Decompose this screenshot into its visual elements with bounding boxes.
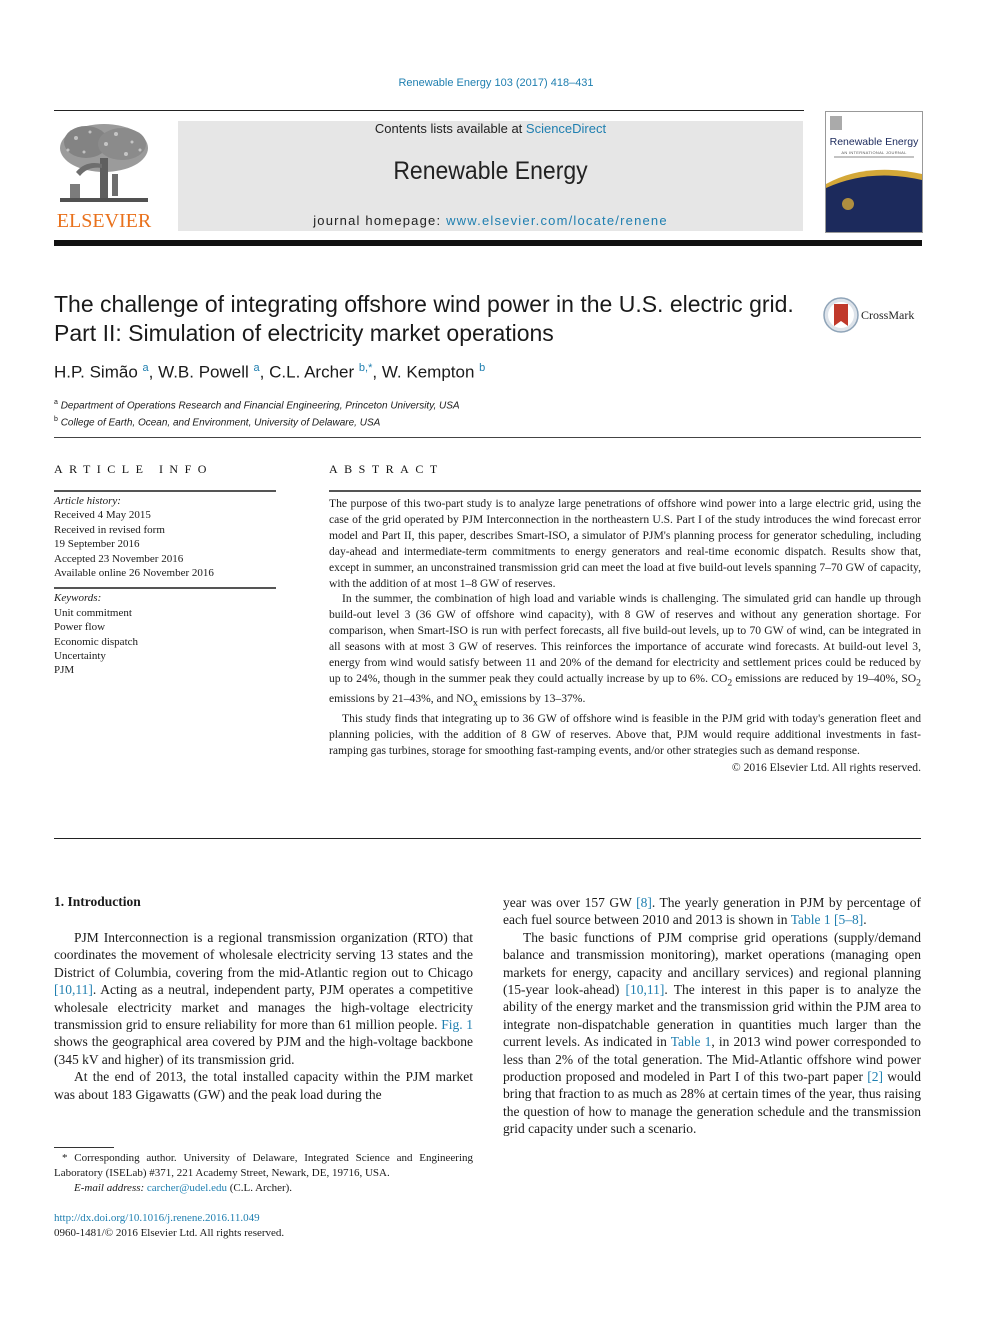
keyword: Uncertainty <box>54 650 106 663</box>
keywords-label: Keywords: <box>54 592 102 605</box>
sciencedirect-link[interactable]: ScienceDirect <box>526 121 606 136</box>
email-link[interactable]: carcher@udel.edu <box>147 1182 227 1194</box>
body-text: shows the geographical area covered by P… <box>54 1034 473 1067</box>
reference-link[interactable]: [10,11] <box>626 982 665 997</box>
journal-homepage: journal homepage: www.elsevier.com/locat… <box>178 213 803 228</box>
article-info-rule <box>54 490 276 492</box>
body-paragraph: year was over 157 GW [8]. The yearly gen… <box>503 894 921 929</box>
table-link[interactable]: Table 1 <box>671 1034 712 1049</box>
table-link[interactable]: Table 1 [5–8] <box>791 912 864 927</box>
article-info-heading: ARTICLE INFO <box>54 462 213 476</box>
journal-cover-thumbnail[interactable]: Renewable Energy AN INTERNATIONAL JOURNA… <box>825 111 923 233</box>
header-rule <box>54 110 804 111</box>
corresponding-author-note: * Corresponding author. University of De… <box>54 1152 473 1179</box>
affiliations: a Department of Operations Research and … <box>54 396 460 431</box>
abstract-text: emissions are reduced by 19–40%, SO <box>732 671 917 685</box>
journal-name: Renewable Energy <box>393 157 588 185</box>
figure-link[interactable]: Fig. 1 <box>441 1017 473 1032</box>
abstract-heading: ABSTRACT <box>329 462 444 476</box>
author[interactable]: C.L. Archer <box>269 363 354 382</box>
contents-availability: Contents lists available at ScienceDirec… <box>178 121 803 136</box>
keyword: Economic dispatch <box>54 635 139 648</box>
section-heading: 1. Introduction <box>54 894 141 909</box>
affiliation: b College of Earth, Ocean, and Environme… <box>54 413 460 430</box>
issn-copyright: 0960-1481/© 2016 Elsevier Ltd. All right… <box>54 1227 285 1239</box>
cover-artwork-icon <box>826 116 922 232</box>
journal-masthead: Contents lists available at ScienceDirec… <box>178 121 803 231</box>
masthead-rule <box>54 240 922 246</box>
affiliation-marker: a <box>54 399 58 406</box>
journal-citation[interactable]: Renewable Energy 103 (2017) 418–431 <box>0 77 992 89</box>
author-affiliation-marker[interactable]: a <box>254 362 260 374</box>
elsevier-logo[interactable]: ELSEVIER <box>52 120 156 233</box>
contents-prefix: Contents lists available at <box>374 121 526 136</box>
homepage-prefix: journal homepage: <box>313 213 447 228</box>
doi-block: http://dx.doi.org/10.1016/j.renene.2016.… <box>54 1211 284 1241</box>
history-entry: Available online 26 November 2016 <box>54 567 214 580</box>
history-entry: Received 4 May 2015 <box>54 509 151 522</box>
abstract-paragraph: In the summer, the combination of high l… <box>329 591 921 711</box>
author-list: H.P. Simão a, W.B. Powell a, C.L. Archer… <box>54 362 486 382</box>
email-label: E-mail address: <box>74 1182 147 1194</box>
keyword: PJM <box>54 664 75 677</box>
history-entry: 19 September 2016 <box>54 538 140 551</box>
journal-homepage-link[interactable]: www.elsevier.com/locate/renene <box>446 213 668 228</box>
affiliation-text: College of Earth, Ocean, and Environment… <box>60 417 381 429</box>
elsevier-wordmark: ELSEVIER <box>56 210 152 232</box>
abstract-rule <box>329 490 921 492</box>
keywords-rule <box>54 587 276 590</box>
front-matter-rule <box>54 838 921 839</box>
body-paragraph: The basic functions of PJM comprise grid… <box>503 929 921 1138</box>
history-entry: Accepted 23 November 2016 <box>54 552 184 565</box>
abstract-text: emissions by 21–43%, and NO <box>329 692 473 706</box>
abstract: ABSTRACT The purpose of this two-part st… <box>329 462 921 774</box>
article-info: ARTICLE INFO Article history: Received 4… <box>54 462 276 678</box>
body-text: . Acting as a neutral, independent party… <box>54 982 473 1033</box>
body-text: PJM Interconnection is a regional transm… <box>54 930 473 980</box>
keyword: Power flow <box>54 621 106 634</box>
crossmark-icon <box>823 297 859 333</box>
abstract-paragraph: The purpose of this two-part study is to… <box>329 497 921 590</box>
doi-link[interactable]: http://dx.doi.org/10.1016/j.renene.2016.… <box>54 1212 260 1224</box>
cover-title: Renewable Energy <box>829 136 919 148</box>
article-history: Article history: Received 4 May 2015 Rec… <box>54 494 276 580</box>
abstract-paragraph: This study finds that integrating up to … <box>329 712 921 758</box>
footnote-rule <box>54 1147 114 1148</box>
body-paragraph: At the end of 2013, the total installed … <box>54 1069 473 1102</box>
email-line: E-mail address: carcher@udel.edu (C.L. A… <box>54 1181 473 1196</box>
affiliation: a Department of Operations Research and … <box>54 396 460 413</box>
article-title: The challenge of integrating offshore wi… <box>54 291 794 346</box>
history-entry: Received in revised form <box>54 523 165 536</box>
subscript: 2 <box>916 677 921 689</box>
author[interactable]: H.P. Simão <box>54 363 138 382</box>
crossmark-badge[interactable]: CrossMark <box>823 296 923 336</box>
body-text: . <box>863 912 867 928</box>
reference-link[interactable]: [8] <box>636 895 652 910</box>
reference-link[interactable]: [10,11] <box>54 982 93 997</box>
abstract-text: emissions by 13–37%. <box>477 692 586 706</box>
body-left-column: PJM Interconnection is a regional transm… <box>54 929 473 1103</box>
body-right-column: year was over 157 GW [8]. The yearly gen… <box>503 894 921 1138</box>
affiliation-text: Department of Operations Research and Fi… <box>60 400 460 412</box>
email-suffix: (C.L. Archer). <box>226 1182 293 1194</box>
elsevier-tree-icon <box>60 124 148 202</box>
author[interactable]: W. Kempton <box>382 363 475 382</box>
article-history-label: Article history: <box>54 495 121 507</box>
affiliation-marker: b <box>54 416 58 424</box>
footnote: * Corresponding author. University of De… <box>54 1151 473 1196</box>
abstract-copyright: © 2016 Elsevier Ltd. All rights reserved… <box>731 761 921 775</box>
author[interactable]: W.B. Powell <box>158 363 249 382</box>
body-paragraph: PJM Interconnection is a regional transm… <box>54 929 473 1068</box>
author-affiliation-marker[interactable]: b <box>479 362 485 374</box>
abstract-body: The purpose of this two-part study is to… <box>329 496 921 759</box>
body-text: year was over 157 GW <box>503 895 637 910</box>
reference-link[interactable]: [2] <box>867 1069 883 1084</box>
keywords: Keywords: Unit commitment Power flow Eco… <box>54 591 276 677</box>
cover-subtitle: AN INTERNATIONAL JOURNAL <box>841 150 907 155</box>
crossmark-label: CrossMark <box>861 308 915 322</box>
keyword: Unit commitment <box>54 606 132 619</box>
author-affiliation-marker[interactable]: b,* <box>359 362 372 374</box>
author-affiliation-marker[interactable]: a <box>143 362 149 374</box>
affiliations-rule <box>54 437 921 438</box>
